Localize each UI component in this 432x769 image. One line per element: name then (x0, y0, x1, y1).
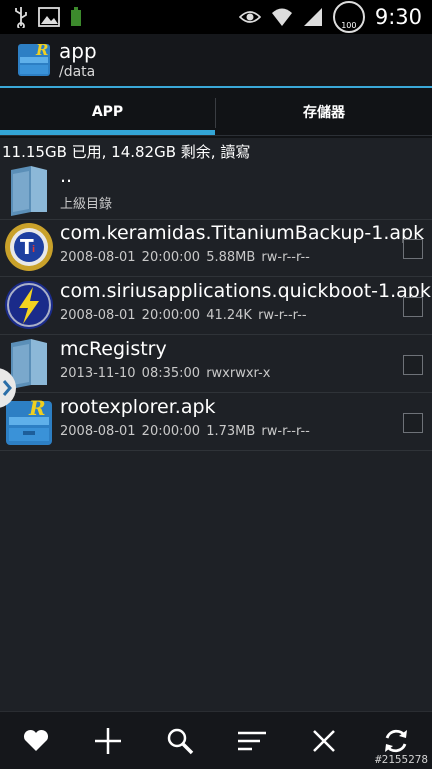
watermark: #2155278 (375, 753, 428, 766)
file-row[interactable]: R rootexplorer.apk 2008-08-01 20:00:00 1… (0, 393, 432, 451)
file-name: .. (60, 165, 73, 187)
current-path: /data (59, 64, 96, 80)
select-checkbox[interactable] (403, 239, 423, 259)
tab-app[interactable]: APP (0, 88, 215, 136)
file-row-parent[interactable]: .. 上級目錄 (0, 162, 432, 220)
refresh-icon (385, 729, 407, 753)
file-name: mcRegistry (60, 338, 167, 360)
clock: 9:30 (374, 5, 422, 29)
gallery-icon (38, 7, 60, 27)
close-icon (313, 730, 335, 752)
close-button[interactable] (306, 724, 342, 758)
search-button[interactable] (162, 724, 198, 758)
drawer-handle[interactable] (0, 368, 16, 408)
select-checkbox[interactable] (403, 413, 423, 433)
file-row[interactable]: com.siriusapplications.quickboot-1.apk 2… (0, 277, 432, 335)
action-bar: R app /data (0, 34, 432, 86)
svg-text:R: R (28, 396, 46, 420)
sort-icon (238, 731, 266, 751)
battery-app-icon (71, 7, 81, 26)
svg-text:i: i (32, 245, 35, 255)
select-checkbox[interactable] (403, 297, 423, 317)
storage-usage: 11.15GB 已用, 14.82GB 剩余, 讀寫 (2, 143, 251, 161)
file-name: com.siriusapplications.quickboot-1.apk (60, 280, 431, 302)
eye-icon (238, 11, 261, 23)
battery-level: 100 (341, 21, 357, 30)
plus-icon (95, 728, 121, 754)
sort-button[interactable] (234, 724, 270, 758)
select-checkbox[interactable] (403, 355, 423, 375)
wifi-icon (271, 8, 292, 26)
file-row[interactable]: mcRegistry 2013-11-10 08:35:00 rwxrwxr-x (0, 335, 432, 393)
usb-icon (15, 7, 27, 28)
file-meta: 2013-11-10 08:35:00 rwxrwxr-x (60, 366, 271, 381)
search-icon (167, 728, 194, 755)
folder-icon (11, 166, 47, 216)
status-bar: 100 9:30 (0, 0, 432, 34)
file-meta: 上級目錄 (60, 197, 113, 212)
bottom-toolbar: #2155278 (0, 711, 432, 769)
svg-text:R: R (35, 41, 48, 59)
file-row[interactable]: T i com.keramidas.TitaniumBackup-1.apk 2… (0, 219, 432, 277)
file-meta: 2008-08-01 20:00:00 1.73MB rw-r--r-- (60, 424, 310, 439)
signal-icon (303, 8, 322, 26)
file-meta: 2008-08-01 20:00:00 41.24K rw-r--r-- (60, 308, 307, 323)
add-button[interactable] (90, 724, 126, 758)
heart-icon (23, 729, 49, 751)
root-explorer-app-icon[interactable]: R (16, 40, 52, 78)
file-name: rootexplorer.apk (60, 396, 216, 418)
titanium-backup-icon: T i (5, 223, 53, 271)
tab-storage[interactable]: 存儲器 (216, 88, 432, 136)
chevron-right-icon (2, 380, 12, 396)
page-title: app (59, 39, 97, 63)
file-name: com.keramidas.TitaniumBackup-1.apk (60, 222, 425, 244)
tab-underline (0, 135, 432, 136)
quickboot-icon (5, 281, 53, 329)
favorites-button[interactable] (18, 724, 54, 758)
battery-icon: 100 (332, 1, 365, 33)
file-meta: 2008-08-01 20:00:00 5.88MB rw-r--r-- (60, 250, 310, 265)
